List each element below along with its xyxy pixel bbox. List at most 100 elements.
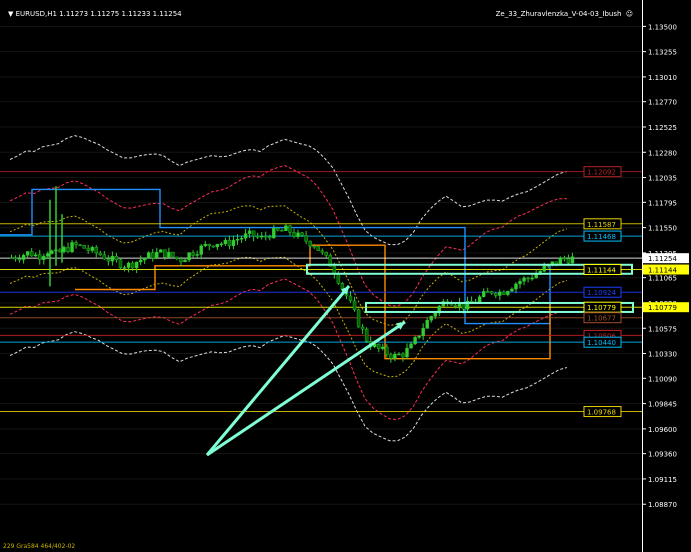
candle-body (316, 246, 320, 251)
price-tick-label: 1.10575 (648, 325, 677, 333)
candle-body (356, 309, 361, 328)
candle-body (207, 243, 211, 247)
price-tick-label: 1.09115 (648, 476, 677, 484)
candle-body (90, 247, 94, 251)
level-1.11468-label: 1.11468 (587, 233, 616, 241)
price-tick-label: 1.11795 (648, 199, 677, 207)
candle-body (42, 255, 46, 260)
candle-body (566, 258, 571, 264)
candle-body (147, 252, 151, 259)
candle-body (268, 236, 272, 239)
candle-body (223, 240, 228, 245)
candle-body (280, 230, 284, 232)
price-tick-label: 1.10090 (648, 375, 677, 383)
candle-body (522, 277, 526, 282)
candle-body (288, 225, 292, 233)
candle-body (179, 258, 183, 263)
price-tick-label: 1.09360 (648, 451, 677, 459)
candle-body (514, 283, 518, 290)
candle-body (562, 257, 567, 260)
candle-body (272, 228, 276, 239)
candle-body (385, 346, 389, 355)
candle-body (401, 353, 405, 358)
candle-body (477, 296, 482, 303)
candle-body (21, 255, 26, 260)
candle-body (159, 249, 163, 253)
candle-body (25, 251, 30, 256)
candle-body (231, 240, 236, 246)
level-1.11144-label: 1.11144 (587, 267, 616, 275)
price-tick-label: 1.12035 (648, 175, 677, 183)
candle-body (481, 291, 486, 297)
level-1.11587-label: 1.11587 (587, 221, 616, 229)
candle-body (526, 277, 530, 280)
candle-body (397, 353, 401, 356)
level-1.11254-axis-label: 1.11254 (648, 255, 677, 263)
price-tick-label: 1.12770 (648, 99, 677, 107)
candle-body (227, 240, 232, 246)
price-tick-label: 1.13500 (648, 23, 677, 31)
candle-body (70, 242, 74, 252)
candle-body (312, 245, 316, 248)
candle-body (9, 257, 14, 259)
price-tick-label: 1.11550 (648, 225, 677, 233)
candle-body (377, 343, 381, 349)
level-1.10440-label: 1.10440 (587, 339, 616, 347)
price-tick-label: 1.11065 (648, 275, 677, 283)
candle-body (498, 291, 502, 296)
candle-body (324, 251, 328, 256)
candle-body (58, 249, 62, 252)
candle-body (235, 239, 240, 241)
price-tick-label: 1.09845 (648, 401, 677, 409)
candle-body (171, 251, 175, 258)
level-1.10779-label: 1.10779 (587, 304, 616, 312)
level-1.09768-label: 1.09768 (587, 409, 616, 417)
price-tick-label: 1.10330 (648, 351, 677, 359)
candle-body (381, 346, 385, 349)
candle-body (264, 235, 268, 238)
smiley-icon: ☺ (625, 10, 633, 18)
candle-body (187, 252, 191, 261)
candle-body (126, 262, 131, 268)
price-chart[interactable]: 1.13500 1.13255 1.13010 1.12770 1.12525 1.122… (0, 0, 691, 552)
candle-body (98, 252, 102, 256)
candle-body (122, 267, 127, 269)
candle-body (46, 253, 50, 257)
candle-body (183, 259, 187, 263)
chart-window[interactable]: 1.13500 1.13255 1.13010 1.12770 1.12525 1.122… (0, 0, 691, 552)
candle-body (78, 244, 82, 246)
candle-body (336, 273, 341, 284)
indicator-name: Ze_33_Zhuravlenzka_V-04-03_Ibush ☺ (496, 10, 633, 18)
level-1.10779-axis-label: 1.10779 (648, 304, 677, 312)
candle-body (510, 288, 514, 292)
candle-body (506, 291, 510, 295)
level-1.12092-label: 1.12092 (587, 169, 616, 177)
candle-body (558, 257, 563, 265)
price-tick-label: 1.13255 (648, 49, 677, 57)
candle-body (425, 320, 429, 329)
candle-body (151, 252, 155, 259)
candle-body (62, 247, 66, 252)
indicator-label: Ze_33_Zhuravlenzka_V-04-03_Ibush (495, 10, 622, 18)
candle-body (34, 254, 38, 257)
candle-body (106, 258, 111, 262)
candle-body (142, 257, 147, 261)
candle-body (251, 230, 256, 237)
price-tick-label: 1.12280 (648, 149, 677, 157)
candle-body (494, 293, 498, 296)
candle-body (203, 243, 207, 247)
candle-body (284, 225, 288, 231)
candle-body (304, 235, 308, 242)
level-1.10677-label: 1.10677 (587, 315, 616, 323)
candle-body (389, 354, 393, 359)
candle-body (38, 254, 42, 260)
candle-body (296, 232, 300, 237)
candle-body (393, 353, 397, 359)
candle-body (163, 249, 167, 258)
candle-body (155, 252, 159, 259)
candle-body (175, 256, 179, 259)
candle-body (421, 328, 425, 337)
candle-body (215, 243, 220, 248)
candle-body (352, 300, 357, 310)
candle-body (29, 251, 34, 257)
